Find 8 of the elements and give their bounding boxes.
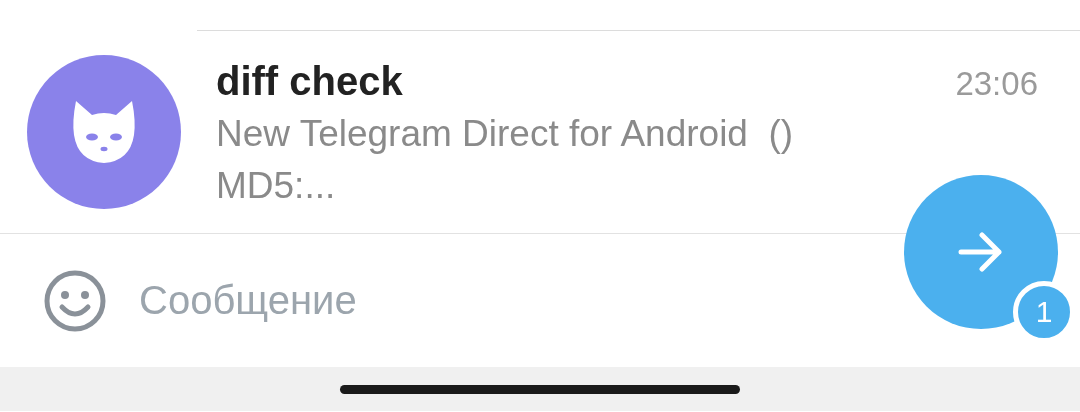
message-field[interactable]: Сообщение bbox=[139, 278, 839, 323]
smiley-icon[interactable] bbox=[43, 268, 107, 333]
arrow-icon bbox=[958, 232, 1004, 272]
message-time: 23:06 bbox=[955, 64, 1038, 104]
home-indicator[interactable] bbox=[340, 384, 740, 394]
cat-icon bbox=[72, 99, 136, 165]
chat-name: diff check bbox=[216, 59, 403, 104]
message-preview: New Telegram Direct for Android () MD5:... bbox=[216, 112, 795, 208]
